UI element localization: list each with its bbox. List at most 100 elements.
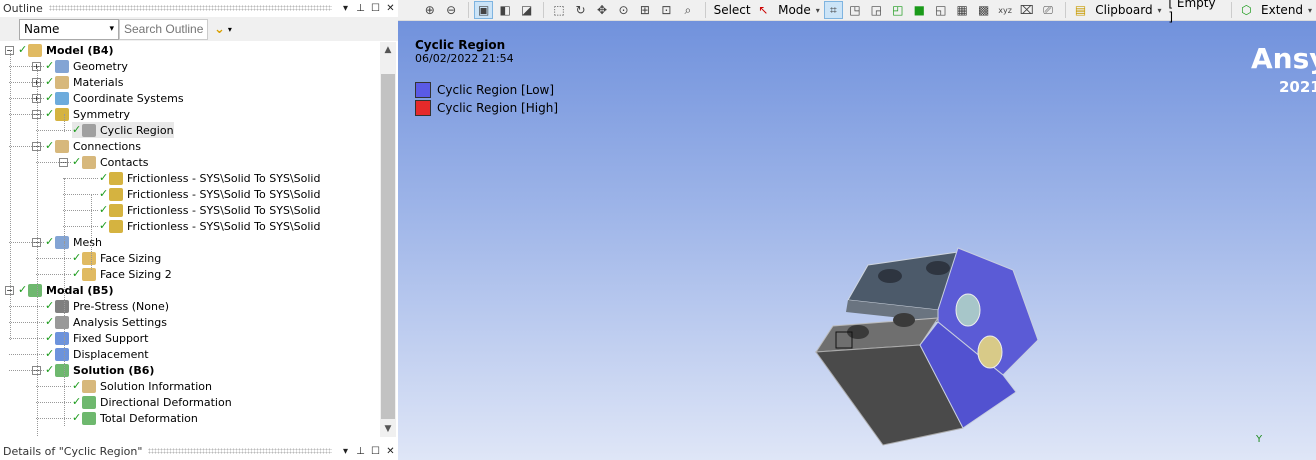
- outline-filter-bar: Name ▾ ⌄ ▾: [0, 17, 398, 41]
- bolt-hole: [893, 313, 915, 327]
- toolbar-separator: [704, 2, 706, 18]
- dropdown-icon[interactable]: ▾: [338, 446, 353, 457]
- filter-type-select[interactable]: Name ▾: [19, 18, 119, 40]
- filter-dropdown-icon[interactable]: ▾: [228, 25, 232, 34]
- tree-item[interactable]: ✓ Connections: [45, 138, 141, 154]
- status-check-icon: ✓: [45, 347, 55, 360]
- select-node-icon[interactable]: ◱: [931, 1, 950, 19]
- maximize-icon[interactable]: ☐: [368, 446, 383, 457]
- coordinate-select-icon[interactable]: xyz: [995, 1, 1014, 19]
- wireframe-view-icon[interactable]: ◧: [495, 1, 514, 19]
- tree-item[interactable]: ✓ Coordinate Systems: [45, 90, 184, 106]
- pin-icon[interactable]: ⊥: [353, 446, 368, 457]
- tree-item[interactable]: ✓ Materials: [45, 74, 123, 90]
- select-element-face-icon[interactable]: ▩: [974, 1, 993, 19]
- cylinder-end: [977, 335, 1003, 369]
- tree-item[interactable]: ✓ Displacement: [45, 346, 149, 362]
- tree-item[interactable]: ✓ Cyclic Region: [72, 122, 174, 138]
- element-id-icon[interactable]: ⎚: [1038, 1, 1057, 19]
- tree-item[interactable]: ✓ Symmetry: [45, 106, 130, 122]
- tree-item-label: Solution (B6): [73, 363, 155, 377]
- tree-item[interactable]: ✓ Frictionless - SYS\Solid To SYS\Solid: [99, 218, 320, 234]
- tree-item[interactable]: ✓ Geometry: [45, 58, 128, 74]
- zoom-in-icon[interactable]: ⊕: [420, 1, 439, 19]
- tree-node-icon: [82, 395, 96, 409]
- select-vertex-icon[interactable]: ◳: [845, 1, 864, 19]
- select-edge-icon[interactable]: ◲: [867, 1, 886, 19]
- tree-item[interactable]: ✓ Solution (B6): [45, 362, 154, 378]
- tree-item-label: Symmetry: [73, 107, 131, 121]
- tree-connector: [9, 114, 44, 115]
- tree-item[interactable]: ✓ Modal (B5): [18, 282, 114, 298]
- tree-connector: [36, 130, 71, 131]
- select-face-icon[interactable]: ◰: [888, 1, 907, 19]
- tree-connector: [36, 386, 71, 387]
- tree-guide-line: [37, 306, 38, 437]
- tree-item[interactable]: ✓ Face Sizing: [72, 250, 161, 266]
- search-outline-input[interactable]: [119, 18, 208, 40]
- node-id-icon[interactable]: ⌧: [1017, 1, 1036, 19]
- tree-node-icon: [55, 75, 69, 89]
- tree-item[interactable]: ✓ Total Deformation: [72, 410, 198, 426]
- pan-icon[interactable]: ✥: [592, 1, 611, 19]
- graphics-viewport[interactable]: ⊕ ⊖ ▣ ◧ ◪ ⬚ ↻ ✥ ⊙ ⊞ ⊡ ⌕ Select ↖ Mode ▾ …: [398, 0, 1316, 460]
- chevron-down-icon[interactable]: ▾: [1306, 1, 1314, 19]
- maximize-icon[interactable]: ☐: [368, 3, 383, 14]
- shaded-view-icon[interactable]: ▣: [473, 1, 494, 19]
- close-icon[interactable]: ✕: [383, 446, 398, 457]
- scrollbar-thumb[interactable]: [381, 74, 395, 419]
- dropdown-icon[interactable]: ▾: [338, 3, 353, 14]
- pin-icon[interactable]: ⊥: [353, 3, 368, 14]
- tree-item[interactable]: ✓ Directional Deformation: [72, 394, 232, 410]
- tree-guide-line: [64, 242, 65, 282]
- zoom-fit-icon[interactable]: ⊡: [657, 1, 676, 19]
- tree-node-icon: [55, 107, 69, 121]
- extend-button[interactable]: Extend: [1258, 3, 1306, 17]
- model-geometry[interactable]: [798, 240, 1048, 455]
- tree-item[interactable]: ✓ Frictionless - SYS\Solid To SYS\Solid: [99, 186, 320, 202]
- status-check-icon: ✓: [99, 219, 109, 232]
- tree-node-icon: [55, 139, 69, 153]
- scroll-up-icon[interactable]: ▲: [380, 42, 396, 58]
- tree-connector: [9, 146, 44, 147]
- filter-type-value: Name: [24, 22, 60, 36]
- tree-item[interactable]: ✓ Mesh: [45, 234, 102, 250]
- zoom-icon[interactable]: ⊙: [614, 1, 633, 19]
- select-mesh-icon[interactable]: ⌗: [823, 1, 844, 19]
- magnifier-icon[interactable]: ⌕: [678, 1, 697, 19]
- tree-item[interactable]: ✓ Fixed Support: [45, 330, 149, 346]
- mode-button[interactable]: Mode: [775, 3, 814, 17]
- tree-item[interactable]: ✓ Frictionless - SYS\Solid To SYS\Solid: [99, 170, 320, 186]
- outline-scrollbar[interactable]: ▲ ▼: [380, 42, 396, 437]
- filter-options-icon[interactable]: ⌄: [214, 22, 225, 37]
- rotate-icon[interactable]: ↻: [571, 1, 590, 19]
- tree-item[interactable]: ✓ Model (B4): [18, 42, 114, 58]
- select-body-icon[interactable]: ■: [910, 1, 929, 19]
- box-select-icon[interactable]: ⬚: [549, 1, 568, 19]
- tree-guide-line: [64, 114, 65, 132]
- zoom-out-icon[interactable]: ⊖: [441, 1, 460, 19]
- tree-item[interactable]: ✓ Contacts: [72, 154, 149, 170]
- status-check-icon: ✓: [45, 235, 55, 248]
- select-button[interactable]: Select: [711, 3, 754, 17]
- tree-item-label: Frictionless - SYS\Solid To SYS\Solid: [127, 187, 321, 201]
- tree-connector: [9, 306, 44, 307]
- clipboard-button[interactable]: Clipboard: [1092, 3, 1155, 17]
- tree-connector: [36, 402, 71, 403]
- views-icon[interactable]: ◪: [517, 1, 536, 19]
- select-element-icon[interactable]: ▦: [952, 1, 971, 19]
- close-icon[interactable]: ✕: [383, 3, 398, 14]
- status-check-icon: ✓: [99, 171, 109, 184]
- chevron-down-icon[interactable]: ▾: [1156, 1, 1164, 19]
- tree-node-icon: [82, 379, 96, 393]
- tree-item[interactable]: ✓ Solution Information: [72, 378, 212, 394]
- tree-item[interactable]: ✓ Face Sizing 2: [72, 266, 172, 282]
- tree-node-icon: [55, 299, 69, 313]
- tree-item[interactable]: ✓ Frictionless - SYS\Solid To SYS\Solid: [99, 202, 320, 218]
- tree-item-label: Frictionless - SYS\Solid To SYS\Solid: [127, 219, 321, 233]
- scroll-down-icon[interactable]: ▼: [380, 421, 396, 437]
- toolbar-separator: [543, 2, 545, 18]
- tree-connector: [9, 338, 44, 339]
- zoom-box-icon[interactable]: ⊞: [635, 1, 654, 19]
- chevron-down-icon[interactable]: ▾: [814, 1, 822, 19]
